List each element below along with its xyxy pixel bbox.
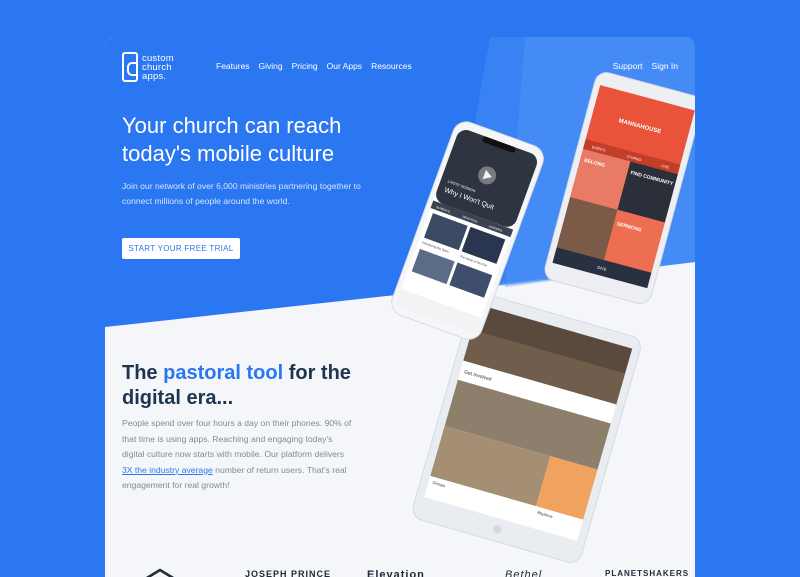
landing-card: custom church apps. Features Giving Pric… xyxy=(105,37,695,577)
phone-right-mockup: MANNAHOUSE EVENTS STORIES LIVE BELONG FI… xyxy=(544,72,695,304)
partner-logos: JOSEPH PRINCE Elevation Bethel PLANETSHA… xyxy=(105,565,695,577)
partner-logo-bethel: Bethel xyxy=(505,569,543,577)
partner-logo-planetshakers: PLANETSHAKERS xyxy=(605,569,690,577)
partner-logo-elevation: Elevation xyxy=(367,569,425,577)
partner-logo-joseph-prince: JOSEPH PRINCE xyxy=(245,569,332,577)
tablet-mockup: Get Involved Groups Rhythms xyxy=(412,293,641,563)
partner-logo-mark-icon xyxy=(146,568,174,577)
device-mockups: Get Involved Groups Rhythms MANNAHOUSE E… xyxy=(391,72,695,563)
